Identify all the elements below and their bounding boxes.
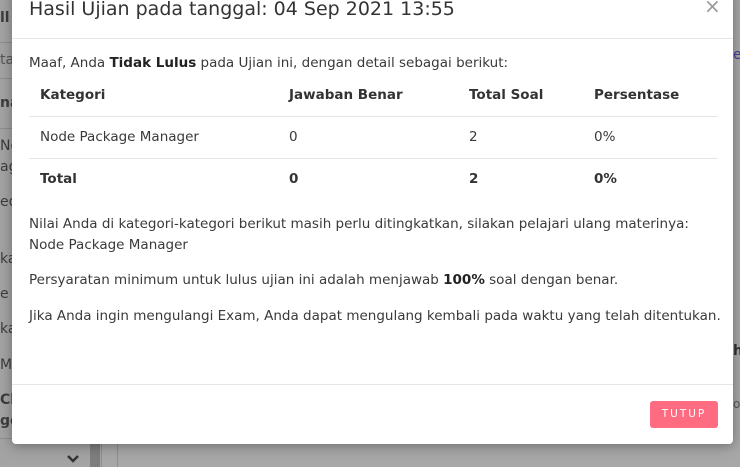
table-cell: Total [29,157,278,200]
table-cell: 0 [278,115,458,158]
intro-suffix: pada Ujian ini, dengan detail sebagai be… [196,55,509,71]
requirement-value: 100% [443,272,485,288]
table-cell: 0% [583,115,718,158]
result-intro: Maaf, Anda Tidak Lulus pada Ujian ini, d… [29,55,508,71]
bg-right-fragment: o [733,397,740,411]
table-row: Node Package Manager 0 2 0% [29,115,718,158]
bg-sidebar-fragment: ll [0,10,10,26]
requirement-suffix: soal dengan benar. [484,272,619,288]
bg-sidebar-fragment: e [0,286,9,302]
close-button[interactable]: TUTUP [650,401,718,428]
column-header: Kategori [40,86,106,103]
chevron-down-icon [66,452,80,467]
requirement-text: Persyaratan minimum untuk lulus ujian in… [29,270,721,291]
modal-title: Hasil Ujian pada tanggal: 04 Sep 2021 13… [29,0,455,20]
intro-prefix: Maaf, Anda [29,55,110,71]
column-header: Jawaban Benar [289,86,403,103]
table-cell: Node Package Manager [29,115,278,158]
weak-categories-text: Nilai Anda di kategori-kategori berikut … [29,216,689,253]
requirement-prefix: Persyaratan minimum untuk lulus ujian in… [29,272,444,288]
retake-text: Jika Anda ingin mengulangi Exam, Anda da… [29,308,721,324]
column-header: Persentase [594,86,680,103]
table-cell: 0% [583,157,718,200]
table-total-row: Total 0 2 0% [29,157,718,200]
bg-scrollbar [90,440,100,467]
exam-result-modal: Hasil Ujian pada tanggal: 04 Sep 2021 13… [12,0,733,444]
table-header-row: Kategori Jawaban Benar Total Soal Persen… [29,74,718,116]
modal-footer: TUTUP [12,384,733,444]
close-icon[interactable]: × [704,0,721,16]
bg-right-fragment: h [733,343,740,359]
result-status: Tidak Lulus [109,55,197,71]
modal-header: Hasil Ujian pada tanggal: 04 Sep 2021 13… [12,0,733,39]
result-table: Kategori Jawaban Benar Total Soal Persen… [29,74,718,200]
table-cell: 0 [278,157,458,200]
table-cell: 2 [458,115,583,158]
bg-right-fragment: e [733,47,740,63]
bg-divider [117,440,118,467]
table-cell: 2 [458,157,583,200]
column-header: Total Soal [469,86,544,103]
